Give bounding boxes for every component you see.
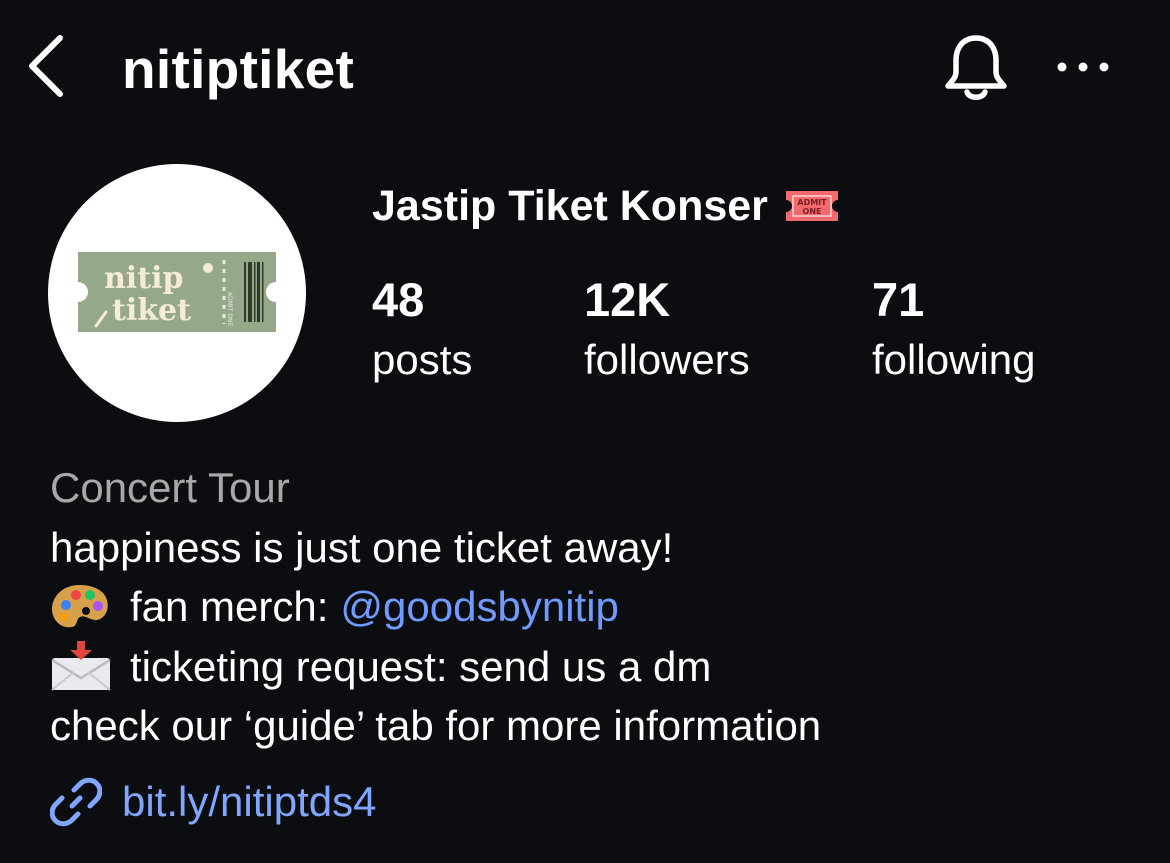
avatar-logo-line1: nitip <box>104 261 183 296</box>
ticket-logo-icon: ADMIT ONE nitip tiket <box>78 252 276 332</box>
avatar-stub-text: ADMIT ONE <box>226 292 233 326</box>
display-name: Jastip Tiket Konser <box>372 182 768 230</box>
stat-followers[interactable]: 12K followers <box>584 272 750 388</box>
envelope-arrow-icon <box>51 641 111 692</box>
admit-one-ticket-icon: ADMIT ONE <box>785 191 838 221</box>
display-name-row: Jastip Tiket Konser ADMIT ONE <box>372 180 842 232</box>
stat-following[interactable]: 71 following <box>872 272 1035 388</box>
followers-count: 12K <box>584 273 671 326</box>
followers-label: followers <box>584 336 750 383</box>
merch-mention-link[interactable]: @goodsbynitip <box>340 577 618 637</box>
chevron-left-icon <box>29 35 63 97</box>
ticketing-text: ticketing request: send us a dm <box>130 642 712 690</box>
bell-icon <box>945 35 1007 100</box>
link-icon <box>50 777 102 827</box>
avatar-logo-line2: tiket <box>112 293 191 328</box>
more-horizontal-icon <box>1057 62 1109 72</box>
posts-label: posts <box>372 336 473 383</box>
profile-category: Concert Tour <box>50 464 290 511</box>
bio-line-ticketing: ticketing request: send us a dm <box>50 637 1150 697</box>
following-count: 71 <box>872 273 925 326</box>
svg-text:ADMIT: ADMIT <box>797 198 827 207</box>
back-button[interactable] <box>22 30 72 102</box>
profile-avatar[interactable]: ADMIT ONE nitip tiket <box>48 164 306 422</box>
svg-text:ONE: ONE <box>802 207 821 216</box>
profile-link-text: bit.ly/nitiptds4 <box>122 778 377 825</box>
bio-line-tagline: happiness is just one ticket away! <box>50 523 674 571</box>
artist-palette-icon <box>52 584 108 628</box>
posts-count: 48 <box>372 273 425 326</box>
bio-line-guide: check our ‘guide’ tab for more informati… <box>50 702 822 749</box>
merch-prefix: fan merch: <box>130 583 329 630</box>
more-options-button[interactable] <box>1052 50 1116 84</box>
following-label: following <box>872 336 1036 383</box>
notifications-button[interactable] <box>938 32 1014 104</box>
profile-bio: Concert Tour happiness is just one ticke… <box>50 458 1150 756</box>
profile-username: nitiptiket <box>122 38 355 100</box>
stat-posts[interactable]: 48 posts <box>372 272 472 388</box>
profile-link[interactable]: bit.ly/nitiptds4 <box>50 772 376 832</box>
bio-line-merch: fan merch: @goodsbynitip <box>50 577 1150 637</box>
